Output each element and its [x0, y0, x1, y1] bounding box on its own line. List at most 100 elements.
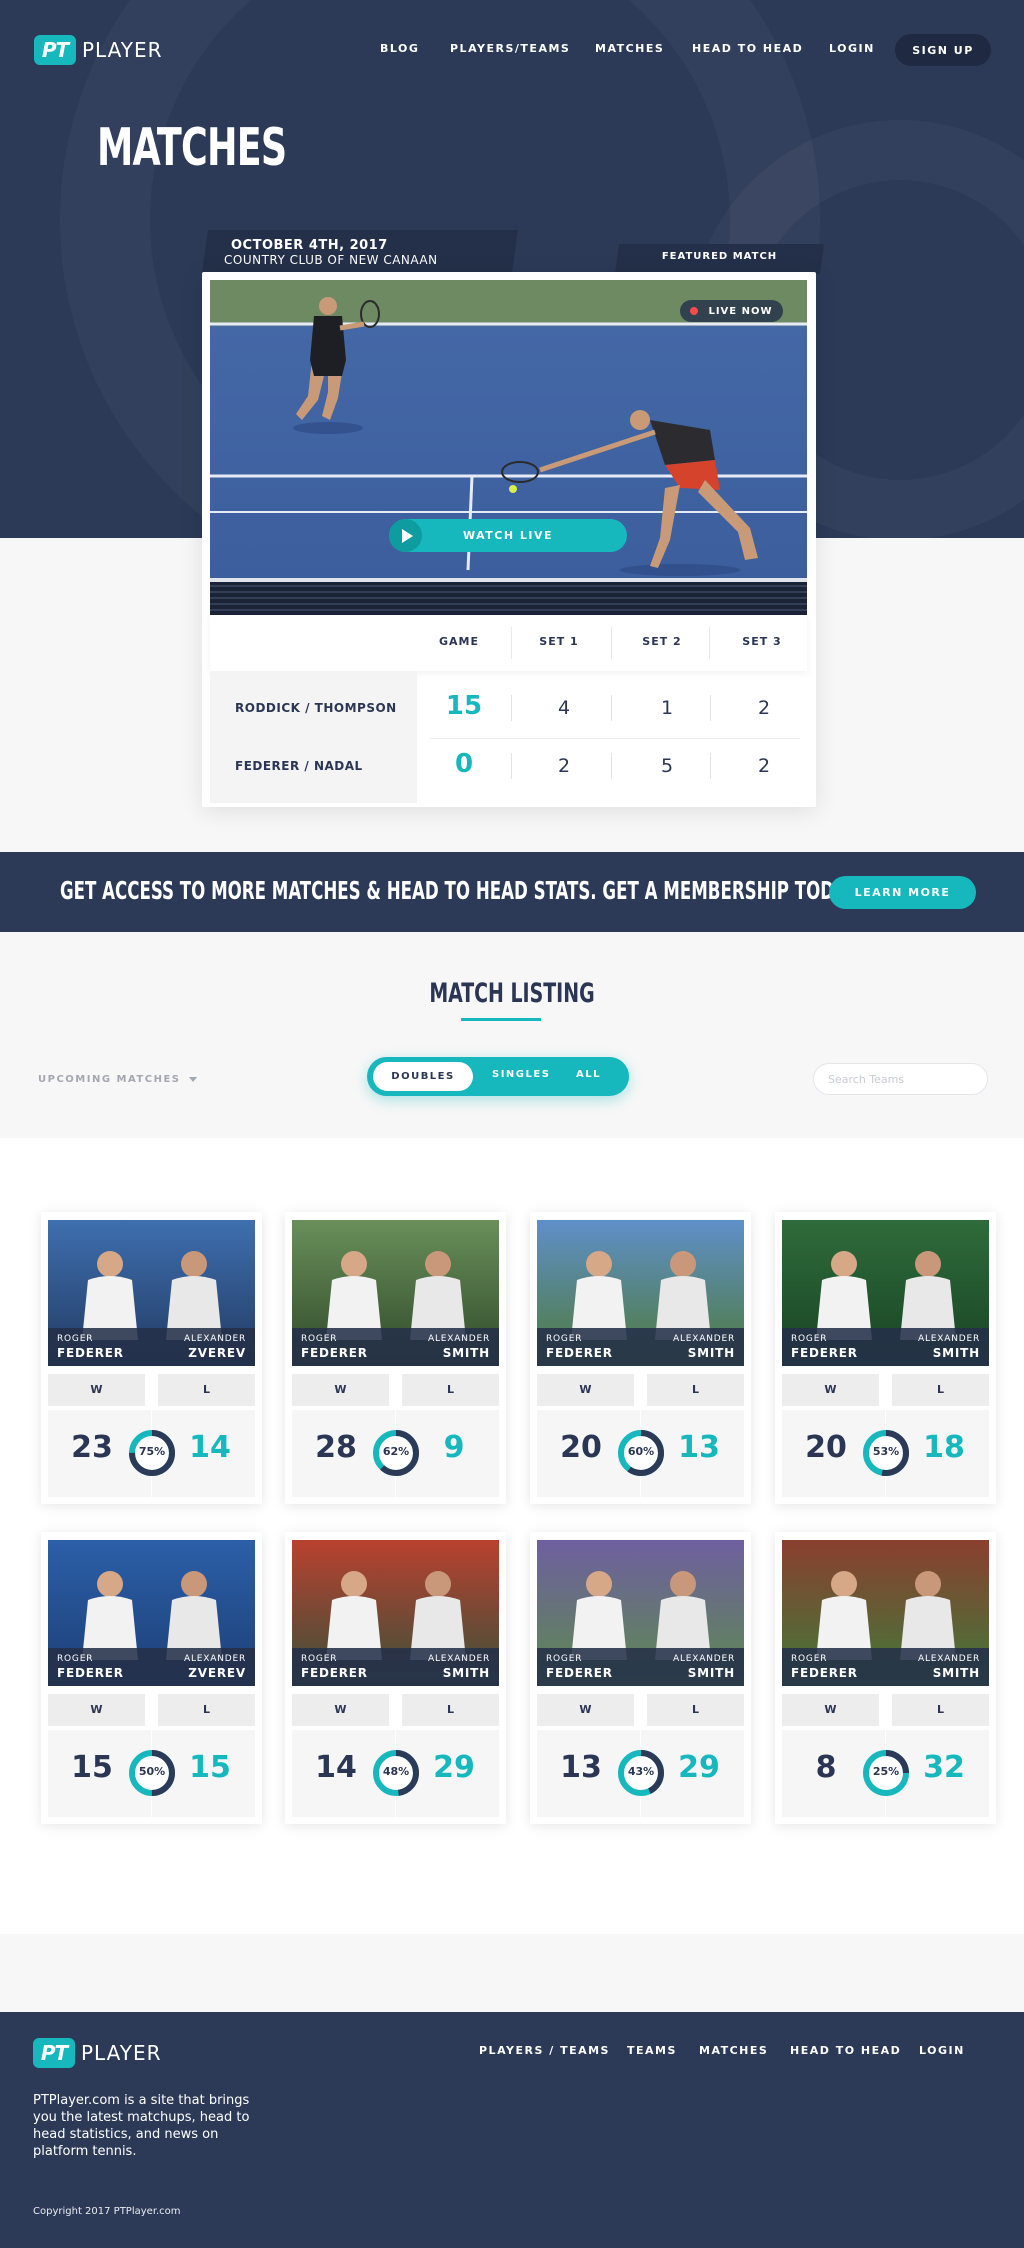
footer-nav-teams[interactable]: TEAMS [627, 2044, 677, 2057]
set-score: 5 [660, 755, 674, 777]
chevron-down-icon [188, 1076, 197, 1082]
nav-blog[interactable]: BLOG [380, 42, 419, 55]
wins-count: 14 [315, 1750, 357, 1785]
player-names: ROGER FEDERER ALEXANDER SMITH [537, 1648, 744, 1686]
learn-more-button[interactable]: LEARN MORE [829, 876, 976, 909]
player-names: ROGER FEDERER ALEXANDER SMITH [292, 1328, 499, 1366]
player-card[interactable]: ROGER FEDERER ALEXANDER ZVEREV W L 23 14 75% [41, 1212, 262, 1504]
footer-nav-head-to-head[interactable]: HEAD TO HEAD [790, 2044, 901, 2057]
player2-first-name: ALEXANDER [428, 1654, 490, 1664]
player1-last-name: FEDERER [546, 1666, 613, 1680]
tab-all[interactable]: ALL [576, 1069, 601, 1080]
losses-label: L [158, 1374, 255, 1406]
nav-players-teams[interactable]: PLAYERS/TEAMS [450, 42, 570, 55]
card-stats: 15 15 50% [48, 1730, 255, 1817]
win-percentage: 48% [382, 1765, 410, 1778]
match-type-toggle: DOUBLES SINGLES ALL [367, 1057, 629, 1096]
card-stats: 20 18 53% [782, 1410, 989, 1497]
col-set3: SET 3 [742, 635, 782, 648]
live-badge: LIVE NOW [680, 300, 783, 322]
live-dot-icon [690, 307, 699, 315]
player1-last-name: FEDERER [791, 1666, 858, 1680]
footer-nav-login[interactable]: LOGIN [919, 2044, 965, 2057]
player-card[interactable]: ROGER FEDERER ALEXANDER SMITH W L 14 29 48% [285, 1532, 506, 1824]
player-card[interactable]: ROGER FEDERER ALEXANDER SMITH W L 8 32 25% [775, 1532, 996, 1824]
wins-count: 13 [560, 1750, 602, 1785]
watch-live-button[interactable]: WATCH LIVE [389, 519, 627, 552]
player1-first-name: ROGER [546, 1334, 583, 1344]
nav-login[interactable]: LOGIN [829, 42, 875, 55]
losses-label: L [402, 1694, 499, 1726]
player1-first-name: ROGER [546, 1654, 583, 1664]
player-card[interactable]: ROGER FEDERER ALEXANDER SMITH W L 28 9 62% [285, 1212, 506, 1504]
tennis-court-image [210, 280, 807, 615]
tab-doubles[interactable]: DOUBLES [373, 1062, 473, 1091]
losses-count: 13 [678, 1430, 720, 1465]
featured-label: FEATURED MATCH [661, 251, 778, 262]
set-score: 4 [557, 697, 571, 719]
player2-first-name: ALEXANDER [184, 1654, 246, 1664]
player2-last-name: SMITH [687, 1346, 735, 1360]
listing-title: MATCH LISTING [429, 978, 595, 1009]
player-photo: ROGER FEDERER ALEXANDER SMITH [537, 1540, 744, 1686]
losses-label: L [158, 1694, 255, 1726]
losses-count: 15 [189, 1750, 231, 1785]
losses-count: 32 [923, 1750, 965, 1785]
footer-nav-matches[interactable]: MATCHES [699, 2044, 768, 2057]
upcoming-matches-dropdown[interactable]: UPCOMING MATCHES [38, 1074, 197, 1085]
player-card[interactable]: ROGER FEDERER ALEXANDER SMITH W L 20 18 53% [775, 1212, 996, 1504]
wins-count: 8 [815, 1750, 837, 1785]
nav-matches[interactable]: MATCHES [595, 42, 664, 55]
set-score: 2 [557, 755, 571, 777]
player1-first-name: ROGER [791, 1654, 828, 1664]
signup-button[interactable]: SIGN UP [895, 34, 991, 66]
team-column [210, 671, 417, 803]
player2-last-name: SMITH [442, 1666, 490, 1680]
player-card[interactable]: ROGER FEDERER ALEXANDER ZVEREV W L 15 15 50% [41, 1532, 262, 1824]
dropdown-label: UPCOMING MATCHES [38, 1074, 181, 1085]
divider [710, 753, 711, 779]
player1-last-name: FEDERER [57, 1346, 124, 1360]
footer-nav-players-teams[interactable]: PLAYERS / TEAMS [479, 2044, 610, 2057]
divider [511, 627, 512, 659]
scoreboard-header: GAME SET 1 SET 2 SET 3 [210, 615, 807, 671]
player-photo: ROGER FEDERER ALEXANDER SMITH [782, 1220, 989, 1366]
player-card[interactable]: ROGER FEDERER ALEXANDER SMITH W L 20 13 60% [530, 1212, 751, 1504]
tab-singles[interactable]: SINGLES [492, 1069, 550, 1080]
player2-last-name: ZVEREV [188, 1666, 246, 1680]
losses-count: 29 [678, 1750, 720, 1785]
divider [611, 627, 612, 659]
wins-count: 15 [71, 1750, 113, 1785]
player2-first-name: ALEXANDER [428, 1334, 490, 1344]
losses-label: L [647, 1694, 744, 1726]
player-card[interactable]: ROGER FEDERER ALEXANDER SMITH W L 13 29 43% [530, 1532, 751, 1824]
divider [611, 753, 612, 779]
losses-label: L [402, 1374, 499, 1406]
match-date: OCTOBER 4TH, 2017 [231, 238, 388, 253]
player-names: ROGER FEDERER ALEXANDER SMITH [292, 1648, 499, 1686]
player2-last-name: SMITH [932, 1346, 980, 1360]
footer-spacer [0, 1934, 1024, 2012]
wins-label: W [782, 1694, 879, 1726]
player-photo: ROGER FEDERER ALEXANDER SMITH [292, 1220, 499, 1366]
search-teams-input[interactable] [813, 1063, 988, 1095]
match-video[interactable] [210, 280, 807, 615]
player1-last-name: FEDERER [546, 1346, 613, 1360]
wins-count: 23 [71, 1430, 113, 1465]
logo[interactable]: PT PLAYER [34, 35, 163, 65]
wins-label: W [537, 1694, 634, 1726]
player-names: ROGER FEDERER ALEXANDER ZVEREV [48, 1648, 255, 1686]
set-score: 2 [757, 697, 771, 719]
copyright: Copyright 2017 PTPlayer.com [33, 2206, 181, 2217]
wins-label: W [782, 1374, 879, 1406]
nav-head-to-head[interactable]: HEAD TO HEAD [692, 42, 803, 55]
wins-label: W [537, 1374, 634, 1406]
win-percentage: 53% [872, 1445, 900, 1458]
player-photo: ROGER FEDERER ALEXANDER SMITH [782, 1540, 989, 1686]
player2-last-name: SMITH [442, 1346, 490, 1360]
wins-label: W [292, 1374, 389, 1406]
footer-logo[interactable]: PT PLAYER [33, 2038, 162, 2068]
player-photo: ROGER FEDERER ALEXANDER SMITH [292, 1540, 499, 1686]
player-photo: ROGER FEDERER ALEXANDER ZVEREV [48, 1220, 255, 1366]
wins-count: 28 [315, 1430, 357, 1465]
